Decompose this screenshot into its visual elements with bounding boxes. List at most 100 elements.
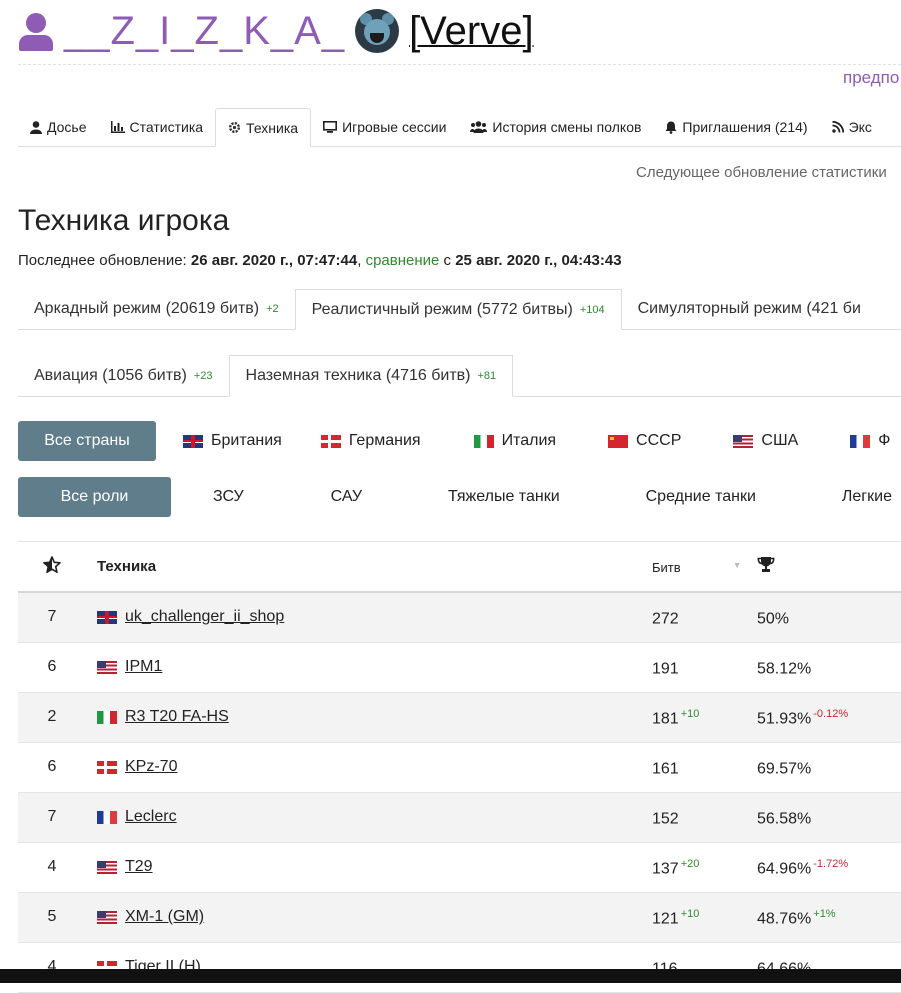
battles-delta: +104 <box>579 303 605 316</box>
tab-aviation[interactable]: Авиация (1056 битв) +23 <box>18 355 229 396</box>
role-light-tanks[interactable]: Легкие <box>842 488 892 506</box>
usa-flag-icon <box>733 434 754 448</box>
table-row[interactable]: 7 Leclerc 152 56.58% <box>18 793 901 843</box>
tab-export[interactable]: Экс <box>820 108 884 146</box>
vehicle-name-link[interactable]: uk_challenger_ii_shop <box>125 608 284 626</box>
tab-label: Наземная техника (4716 битв) <box>245 367 471 384</box>
country-france[interactable]: Ф <box>850 432 890 450</box>
table-row[interactable]: 7 uk_challenger_ii_shop 272 50% <box>18 593 901 643</box>
vehicle-name-link[interactable]: XM-1 (GM) <box>125 908 204 926</box>
comparison-link[interactable]: сравнение <box>366 252 440 269</box>
tab-statistics[interactable]: Статистика <box>99 108 216 146</box>
de-flag-icon <box>97 760 117 774</box>
tab-realistic-mode[interactable]: Реалистичный режим (5772 битвы) +104 <box>294 289 622 330</box>
vehicle-name-link[interactable]: KPz-70 <box>125 758 177 776</box>
battles-cell: 137 +20 <box>652 858 699 878</box>
vehicle-rank: 6 <box>47 758 57 775</box>
vehicle-cell: Leclerc <box>97 808 177 826</box>
country-britain[interactable]: Британия <box>183 432 282 450</box>
user-icon <box>18 11 54 51</box>
battles-count: 121 <box>652 910 679 928</box>
vehicle-cell: uk_challenger_ii_shop <box>97 608 284 626</box>
vehicle-name-link[interactable]: R3 T20 FA-HS <box>125 708 229 726</box>
winrate-value: 56.58% <box>757 810 812 828</box>
country-label: СССР <box>636 432 682 449</box>
tab-game-sessions[interactable]: Игровые сессии <box>311 108 458 146</box>
gear-icon <box>228 121 241 134</box>
vehicle-name-link[interactable]: Leclerc <box>125 808 177 826</box>
tab-vehicles[interactable]: Техника <box>215 108 312 147</box>
role-spaa[interactable]: ЗСУ <box>213 488 244 506</box>
player-nickname: __Z_I_Z_K_A_ <box>64 8 346 53</box>
winrate-value: 48.76% <box>757 910 812 928</box>
tab-ground-vehicles[interactable]: Наземная техника (4716 битв) +81 <box>228 355 514 397</box>
us-flag-icon <box>97 910 117 924</box>
tab-label: История смены полков <box>492 119 642 135</box>
vehicle-cell: R3 T20 FA-HS <box>97 708 229 726</box>
tab-invitations[interactable]: Приглашения (214) <box>653 108 819 146</box>
vehicle-rank: 4 <box>47 858 57 875</box>
battles-cell: 191 <box>652 658 681 678</box>
country-label: Британия <box>211 432 282 449</box>
tab-label: Авиация (1056 битв) <box>34 366 187 384</box>
table-row[interactable]: 2 R3 T20 FA-HS 181 +10 51.93% -0.12% <box>18 693 901 743</box>
player-header: __Z_I_Z_K_A_ [Verve] <box>18 6 534 56</box>
page-title: Техника игрока <box>18 204 230 237</box>
vehicle-rank: 7 <box>47 808 57 825</box>
it-flag-icon <box>97 710 117 724</box>
winrate-cell: 48.76% +1% <box>757 908 836 928</box>
winrate-cell: 69.57% <box>757 758 813 778</box>
germany-flag-icon <box>320 434 341 448</box>
clan-link[interactable]: [Verve] <box>409 9 534 53</box>
table-row[interactable]: 5 XM-1 (GM) 121 +10 48.76% +1% <box>18 893 901 943</box>
winrate-cell: 51.93% -0.12% <box>757 708 848 728</box>
country-usa[interactable]: США <box>733 432 798 450</box>
battles-delta: +10 <box>680 908 700 920</box>
country-italy[interactable]: Италия <box>473 432 556 450</box>
vehicle-name-link[interactable]: T29 <box>125 858 153 876</box>
tab-dossier[interactable]: Досье <box>18 108 99 146</box>
country-ussr[interactable]: СССР <box>608 432 681 450</box>
clan-tag: [Verve] <box>409 9 534 54</box>
winrate-cell: 50% <box>757 608 791 628</box>
battles-delta: +81 <box>477 370 497 382</box>
vehicle-rank: 5 <box>47 908 57 925</box>
winrate-value: 64.96% <box>757 860 812 878</box>
table-row[interactable]: 6 IPM1 191 58.12% <box>18 643 901 693</box>
table-row[interactable]: 4Tiger II (H)11664.66% <box>18 943 901 993</box>
rss-icon <box>831 121 844 133</box>
trophy-icon[interactable] <box>757 556 775 577</box>
us-flag-icon <box>97 660 117 674</box>
role-medium-tanks[interactable]: Средние танки <box>646 488 756 506</box>
france-flag-icon <box>850 434 871 448</box>
battles-count: 161 <box>652 760 679 778</box>
country-germany[interactable]: Германия <box>320 432 421 450</box>
table-row[interactable]: 6 KPz-70 161 69.57% <box>18 743 901 793</box>
role-spg[interactable]: САУ <box>331 488 362 506</box>
winrate-delta: -1.72% <box>813 858 849 870</box>
all-roles-button[interactable]: Все роли <box>18 477 171 517</box>
tab-arcade-mode[interactable]: Аркадный режим (20619 битв) +2 <box>18 289 295 329</box>
all-countries-button[interactable]: Все страны <box>18 421 156 461</box>
bell-icon <box>665 121 677 134</box>
italy-flag-icon <box>473 434 494 448</box>
tab-label: Досье <box>47 119 87 135</box>
header-right-text[interactable]: предпо <box>843 68 899 88</box>
profile-nav-tabs: Досье Статистика Техника Игровые сессии … <box>18 108 901 147</box>
bear-clan-icon <box>355 9 400 53</box>
country-label: Германия <box>348 432 421 449</box>
us-flag-icon <box>97 860 117 874</box>
column-battles[interactable]: Битв ▼ <box>652 560 742 575</box>
next-update-text: Следующее обновление статистики <box>636 164 887 181</box>
winrate-value: 58.12% <box>757 660 812 678</box>
ussr-flag-icon <box>608 434 629 448</box>
table-row[interactable]: 4 T29 137 +20 64.96% -1.72% <box>18 843 901 893</box>
tab-regiment-history[interactable]: История смены полков <box>458 108 653 146</box>
comparison-from-label: с <box>443 252 452 269</box>
column-vehicle[interactable]: Техника <box>97 558 156 575</box>
vehicle-name-link[interactable]: IPM1 <box>125 658 162 676</box>
tab-simulator-mode[interactable]: Симуляторный режим (421 би <box>622 289 877 329</box>
role-heavy-tanks[interactable]: Тяжелые танки <box>448 488 560 506</box>
battles-cell: 152 <box>652 808 681 828</box>
star-icon[interactable] <box>18 556 86 577</box>
